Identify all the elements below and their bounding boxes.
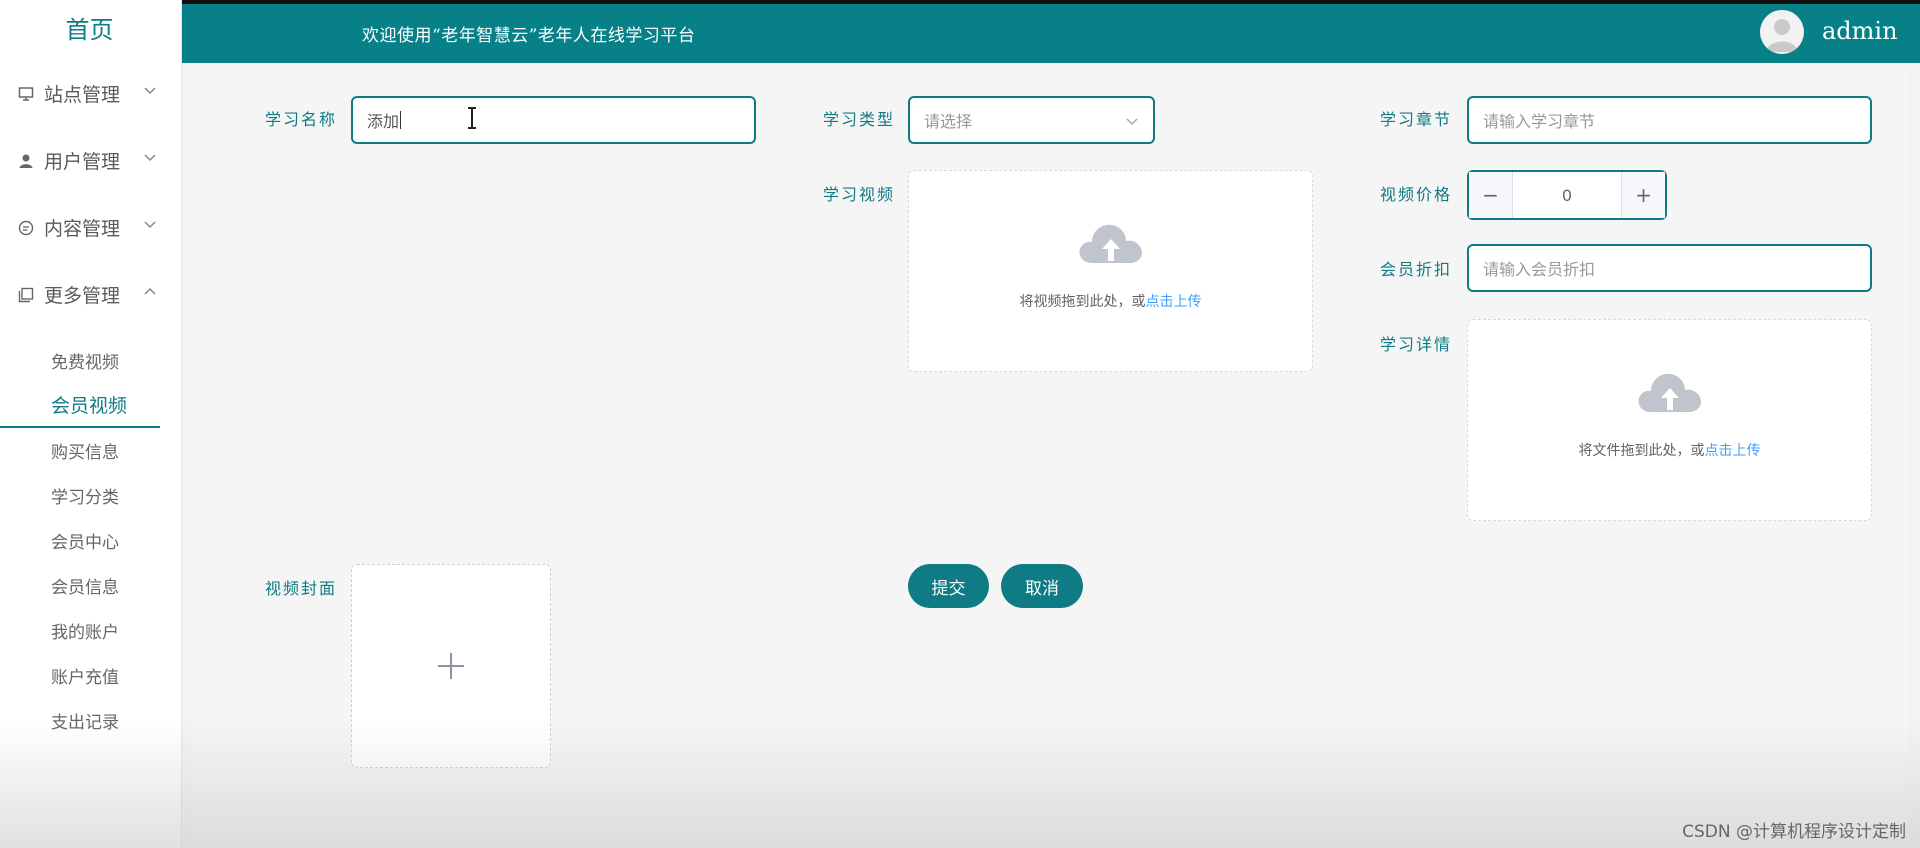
chevron-down-icon [144, 87, 156, 95]
label-study-chapter: 学习章节 [1380, 110, 1453, 129]
member-discount-input[interactable]: 请输入会员折扣 [1467, 244, 1872, 292]
submit-button[interactable]: 提交 [908, 564, 989, 608]
sub-item-member-video[interactable]: 会员视频 [0, 383, 160, 428]
copy-icon [16, 285, 36, 305]
sub-item-free-video[interactable]: 免费视频 [0, 338, 181, 383]
home-link[interactable]: 首页 [0, 0, 180, 57]
sub-item-purchase-info[interactable]: 购买信息 [0, 428, 181, 473]
hint-text: 将视频拖到此处，或 [1019, 294, 1146, 310]
chevron-down-icon [144, 154, 156, 162]
sub-item-my-account[interactable]: 我的账户 [0, 608, 181, 653]
video-price-stepper: − 0 + [1467, 170, 1667, 220]
menu-site-management[interactable]: 站点管理 [0, 60, 181, 127]
study-type-select[interactable]: 请选择 [908, 96, 1155, 144]
detail-upload-dropzone[interactable]: 将文件拖到此处，或点击上传 [1467, 319, 1872, 521]
detail-upload-hint: 将文件拖到此处，或点击上传 [1579, 440, 1761, 460]
chevron-down-icon [1126, 118, 1138, 126]
study-name-value: 添加 [367, 112, 400, 131]
top-header: 欢迎使用“老年智慧云”老年人在线学习平台 admin [182, 0, 1920, 63]
sub-item-expense-record[interactable]: 支出记录 [0, 698, 181, 743]
video-price-value[interactable]: 0 [1513, 172, 1621, 218]
monitor-icon [16, 84, 36, 104]
chevron-up-icon [144, 287, 156, 295]
text-caret [400, 111, 402, 129]
member-discount-placeholder: 请输入会员折扣 [1483, 260, 1596, 279]
menu-label: 站点管理 [44, 84, 121, 106]
study-chapter-input[interactable]: 请输入学习章节 [1467, 96, 1872, 144]
menu-more-management[interactable]: 更多管理 [0, 261, 181, 328]
watermark: CSDN @计算机程序设计定制 [1682, 822, 1906, 842]
cancel-button[interactable]: 取消 [1001, 564, 1083, 608]
sub-item-member-info[interactable]: 会员信息 [0, 563, 181, 608]
decrement-button[interactable]: − [1469, 172, 1513, 218]
cursor-ibeam-icon [468, 107, 476, 129]
menu-label: 用户管理 [44, 151, 121, 173]
welcome-text: 欢迎使用“老年智慧云”老年人在线学习平台 [362, 26, 696, 46]
username[interactable]: admin [1822, 17, 1898, 45]
study-type-placeholder: 请选择 [924, 112, 973, 131]
study-chapter-placeholder: 请输入学习章节 [1483, 112, 1596, 131]
menu-label: 更多管理 [44, 285, 121, 307]
chevron-down-icon [144, 221, 156, 229]
click-upload-link[interactable]: 点击上传 [1146, 294, 1202, 310]
plus-icon [438, 653, 464, 679]
study-name-input[interactable]: 添加 [351, 96, 756, 144]
menu-content-management[interactable]: 内容管理 [0, 194, 181, 261]
label-study-type: 学习类型 [823, 110, 896, 129]
user-icon [16, 151, 36, 171]
sub-item-study-category[interactable]: 学习分类 [0, 473, 181, 518]
avatar[interactable] [1760, 10, 1804, 54]
cover-upload-box[interactable] [351, 564, 551, 768]
label-study-detail: 学习详情 [1380, 335, 1453, 354]
click-upload-link[interactable]: 点击上传 [1705, 443, 1761, 459]
avatar-icon [1766, 19, 1798, 52]
increment-button[interactable]: + [1621, 172, 1665, 218]
label-video-cover: 视频封面 [265, 579, 338, 598]
sub-item-member-center[interactable]: 会员中心 [0, 518, 181, 563]
label-member-discount: 会员折扣 [1380, 260, 1453, 279]
chat-icon [16, 218, 36, 238]
hint-text: 将文件拖到此处，或 [1578, 443, 1705, 459]
video-upload-dropzone[interactable]: 将视频拖到此处，或点击上传 [908, 170, 1313, 372]
menu-user-management[interactable]: 用户管理 [0, 127, 181, 194]
label-study-name: 学习名称 [265, 110, 338, 129]
video-upload-hint: 将视频拖到此处，或点击上传 [1020, 291, 1202, 311]
upload-cloud-icon [1638, 373, 1701, 412]
upload-cloud-icon [1079, 224, 1142, 263]
menu-label: 内容管理 [44, 218, 121, 240]
sub-item-account-recharge[interactable]: 账户充值 [0, 653, 181, 698]
label-video-price: 视频价格 [1380, 185, 1453, 204]
sidebar: 首页 站点管理 用户管理 内容管理 更多管理 免费视频 会员视频 购买信息 学习… [0, 0, 182, 848]
label-study-video: 学习视频 [823, 185, 896, 204]
